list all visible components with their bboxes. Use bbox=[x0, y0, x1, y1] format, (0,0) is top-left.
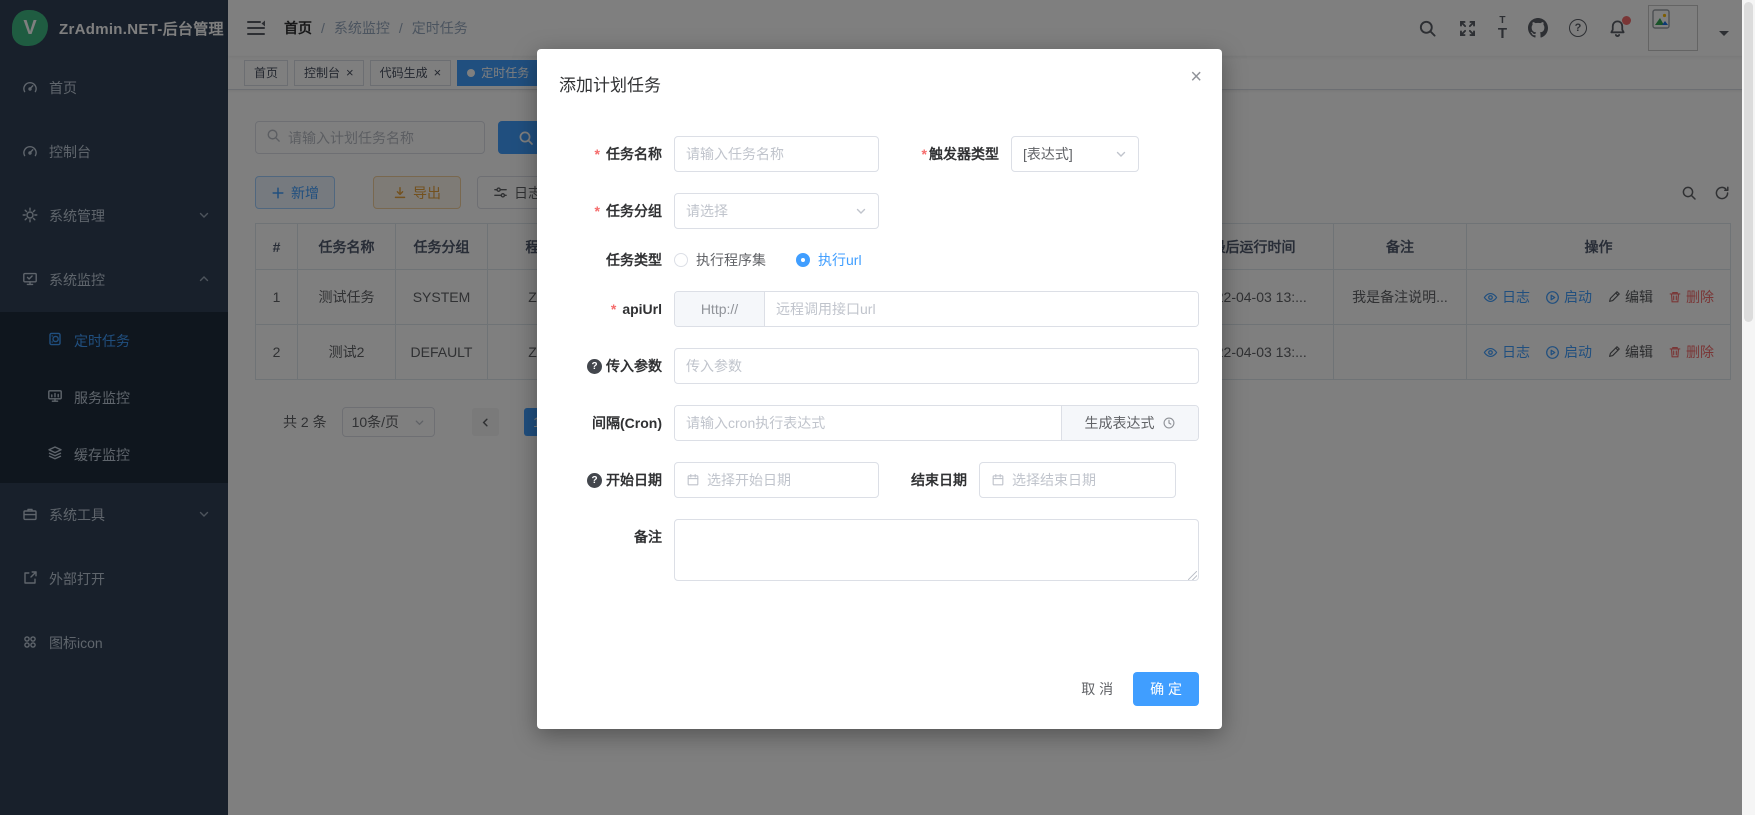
task-group-select[interactable]: 请选择 bbox=[674, 193, 879, 229]
chevron-down-icon bbox=[855, 205, 867, 217]
end-date-label: 结束日期 bbox=[879, 470, 979, 490]
cron-field: 生成表达式 bbox=[674, 405, 1199, 441]
confirm-button[interactable]: 确 定 bbox=[1133, 672, 1199, 706]
clock-icon bbox=[1162, 416, 1176, 430]
api-url-field: Http:// bbox=[674, 291, 1199, 327]
calendar-icon bbox=[991, 473, 1005, 487]
scrollbar-thumb[interactable] bbox=[1744, 2, 1753, 322]
cancel-button[interactable]: 取 消 bbox=[1081, 679, 1113, 699]
params-input[interactable] bbox=[686, 358, 1187, 374]
api-url-label: apiUrl bbox=[557, 301, 674, 317]
question-icon[interactable]: ? bbox=[587, 473, 602, 488]
trigger-type-select[interactable]: [表达式] bbox=[1011, 136, 1139, 172]
remark-label: 备注 bbox=[557, 527, 674, 547]
radio-checked-icon bbox=[796, 253, 810, 267]
cron-input[interactable] bbox=[675, 406, 1061, 440]
task-type-label: 任务类型 bbox=[557, 250, 674, 270]
close-icon[interactable]: × bbox=[1190, 67, 1202, 87]
trigger-type-label: 触发器类型 bbox=[879, 144, 1011, 164]
generate-cron-button[interactable]: 生成表达式 bbox=[1061, 406, 1198, 440]
start-date-label: ? 开始日期 bbox=[557, 470, 674, 490]
remark-field bbox=[674, 519, 1199, 584]
task-type-radios: 执行程序集 执行url bbox=[674, 250, 862, 270]
radio-icon bbox=[674, 253, 688, 267]
dialog-title: 添加计划任务 bbox=[537, 49, 1222, 96]
task-name-field[interactable] bbox=[674, 136, 879, 172]
question-icon[interactable]: ? bbox=[587, 359, 602, 374]
api-url-input[interactable] bbox=[765, 292, 1198, 326]
remark-textarea[interactable] bbox=[674, 519, 1199, 581]
task-name-input[interactable] bbox=[686, 146, 867, 162]
params-field[interactable] bbox=[674, 348, 1199, 384]
end-date-picker[interactable]: 选择结束日期 bbox=[979, 462, 1176, 498]
add-task-dialog: 添加计划任务 × 任务名称 触发器类型 [表达式] 任务分组 请选择 bbox=[537, 49, 1222, 729]
cron-label: 间隔(Cron) bbox=[557, 413, 674, 433]
browser-scrollbar[interactable] bbox=[1742, 0, 1755, 815]
radio-exec-assembly[interactable]: 执行程序集 bbox=[674, 250, 766, 270]
params-label: ? 传入参数 bbox=[557, 356, 674, 376]
task-name-label: 任务名称 bbox=[557, 144, 674, 164]
radio-exec-url[interactable]: 执行url bbox=[796, 250, 862, 270]
app-window: V ZrAdmin.NET-后台管理 首页 控制台 系统管理 系统监控 bbox=[0, 0, 1755, 815]
chevron-down-icon bbox=[1115, 148, 1127, 160]
start-date-picker[interactable]: 选择开始日期 bbox=[674, 462, 879, 498]
calendar-icon bbox=[686, 473, 700, 487]
dialog-form: 任务名称 触发器类型 [表达式] 任务分组 请选择 任务类型 bbox=[537, 136, 1222, 584]
task-group-label: 任务分组 bbox=[557, 201, 674, 221]
api-url-prefix: Http:// bbox=[675, 292, 765, 326]
dialog-footer: 取 消 确 定 bbox=[1081, 672, 1199, 706]
